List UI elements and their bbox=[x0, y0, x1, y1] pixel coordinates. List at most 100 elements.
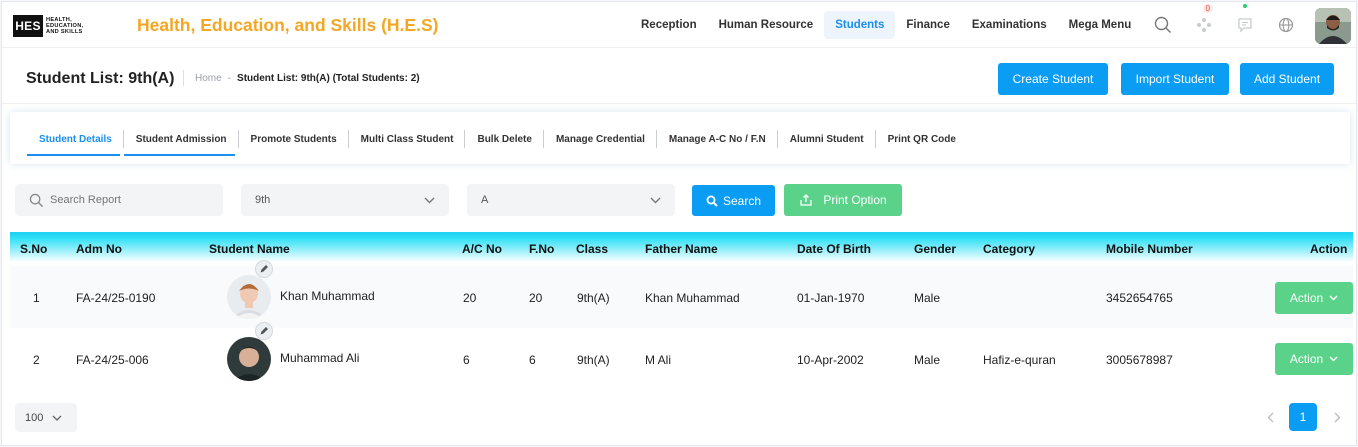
cell-father-name: M Ali bbox=[645, 353, 672, 367]
breadcrumb-current: Student List: 9th(A) (Total Students: 2) bbox=[237, 73, 420, 84]
section-select[interactable]: A bbox=[467, 184, 675, 216]
cell-sno: 1 bbox=[33, 291, 40, 305]
cell-f-no: 20 bbox=[529, 291, 543, 305]
page-button-current[interactable]: 1 bbox=[1289, 403, 1317, 431]
action-dropdown-button[interactable]: Action bbox=[1275, 343, 1353, 375]
breadcrumb-separator: - bbox=[227, 73, 232, 84]
col-class: Class bbox=[576, 242, 609, 256]
chevron-down-icon bbox=[650, 197, 661, 203]
col-student-name: Student Name bbox=[209, 242, 290, 256]
logo-text: HEALTH, EDUCATION, AND SKILLS bbox=[46, 17, 84, 35]
cell-class: 9th(A) bbox=[577, 353, 610, 367]
tab-list: Student Details Student Admission Promot… bbox=[27, 128, 968, 156]
main-nav: Reception Human Resource Students Financ… bbox=[630, 10, 1142, 40]
tab-multi-class-student[interactable]: Multi Class Student bbox=[349, 128, 466, 150]
nav-item-examinations[interactable]: Examinations bbox=[961, 11, 1058, 39]
user-avatar[interactable] bbox=[1315, 8, 1351, 44]
cell-adm-no: FA-24/25-006 bbox=[76, 353, 149, 367]
cell-class: 9th(A) bbox=[577, 291, 610, 305]
cell-mobile-number: 3005678987 bbox=[1106, 353, 1173, 367]
nav-item-reception[interactable]: Reception bbox=[630, 11, 708, 39]
app-title: Health, Education, and Skills (H.E.S) bbox=[137, 15, 439, 35]
chevron-down-icon bbox=[1329, 295, 1338, 301]
chevron-down-icon bbox=[1329, 356, 1338, 362]
create-student-button[interactable]: Create Student bbox=[998, 63, 1108, 95]
print-option-button[interactable]: Print Option bbox=[784, 184, 902, 216]
table-row: 1 FA-24/25-0190 Khan Muhammad 20 20 9th(… bbox=[10, 260, 1353, 328]
app-window: HES HEALTH, EDUCATION, AND SKILLS Health… bbox=[1, 1, 1357, 446]
edit-photo-button[interactable] bbox=[255, 322, 273, 340]
top-bar: HES HEALTH, EDUCATION, AND SKILLS Health… bbox=[2, 2, 1356, 48]
cell-student-name[interactable]: Khan Muhammad bbox=[280, 289, 375, 303]
top-icons: 0 bbox=[1148, 4, 1312, 40]
cell-category: Hafiz-e-quran bbox=[983, 353, 1056, 367]
tab-student-admission[interactable]: Student Admission bbox=[123, 128, 239, 156]
page-header: Student List: 9th(A) Home - Student List… bbox=[2, 48, 1356, 104]
search-icon bbox=[706, 195, 718, 207]
student-photo bbox=[227, 275, 271, 319]
add-student-button[interactable]: Add Student bbox=[1240, 63, 1334, 95]
col-sno: S.No bbox=[20, 242, 48, 256]
cell-ac-no: 6 bbox=[463, 353, 470, 367]
cell-mobile-number: 3452654765 bbox=[1106, 291, 1173, 305]
title-divider bbox=[183, 70, 184, 86]
import-student-button[interactable]: Import Student bbox=[1121, 63, 1229, 95]
search-icon[interactable] bbox=[1148, 10, 1178, 40]
table-row: 2 FA-24/25-006 Muhammad Ali 6 6 9th(A) M… bbox=[10, 322, 1353, 390]
col-date-of-birth: Date Of Birth bbox=[797, 242, 872, 256]
col-action: Action bbox=[1310, 242, 1348, 256]
tab-bulk-delete[interactable]: Bulk Delete bbox=[465, 128, 545, 150]
cell-gender: Male bbox=[914, 291, 941, 305]
action-label: Action bbox=[1289, 291, 1324, 305]
search-button-label: Search bbox=[722, 193, 762, 208]
col-category: Category bbox=[983, 242, 1036, 256]
tab-manage-ac-no[interactable]: Manage A-C No / F.N bbox=[657, 128, 778, 150]
cell-father-name: Khan Muhammad bbox=[645, 291, 740, 305]
col-father-name: Father Name bbox=[645, 242, 718, 256]
tab-manage-credential[interactable]: Manage Credential bbox=[544, 128, 657, 150]
page-size-value: 100 bbox=[25, 411, 44, 424]
cell-adm-no: FA-24/25-0190 bbox=[76, 291, 156, 305]
col-gender: Gender bbox=[914, 242, 957, 256]
search-icon bbox=[29, 193, 44, 207]
tab-print-qr-code[interactable]: Print QR Code bbox=[876, 128, 968, 150]
globe-icon[interactable] bbox=[1271, 10, 1301, 40]
breadcrumb-home[interactable]: Home bbox=[195, 73, 222, 84]
search-button[interactable]: Search bbox=[692, 185, 775, 216]
pencil-icon bbox=[260, 265, 268, 273]
cell-f-no: 6 bbox=[529, 353, 536, 367]
cell-date-of-birth: 10-Apr-2002 bbox=[797, 353, 864, 367]
breadcrumb: Home - Student List: 9th(A) (Total Stude… bbox=[195, 73, 420, 84]
message-icon[interactable] bbox=[1230, 4, 1260, 40]
col-ac-no: A/C No bbox=[462, 242, 502, 256]
tab-promote-students[interactable]: Promote Students bbox=[239, 128, 349, 150]
edit-photo-button[interactable] bbox=[255, 260, 273, 278]
col-mobile-number: Mobile Number bbox=[1106, 242, 1193, 256]
tab-student-details[interactable]: Student Details bbox=[27, 128, 124, 156]
upload-icon bbox=[800, 194, 812, 206]
nav-item-finance[interactable]: Finance bbox=[895, 11, 960, 39]
logo-mark: HES bbox=[13, 15, 43, 37]
section-select-value: A bbox=[481, 194, 489, 206]
action-dropdown-button[interactable]: Action bbox=[1275, 282, 1353, 314]
nav-item-students[interactable]: Students bbox=[824, 11, 896, 39]
previous-page-button[interactable] bbox=[1260, 404, 1280, 430]
class-select[interactable]: 9th bbox=[241, 184, 449, 216]
apps-icon[interactable]: 0 bbox=[1189, 4, 1219, 40]
cell-student-name[interactable]: Muhammad Ali bbox=[280, 351, 359, 365]
nav-item-mega-menu[interactable]: Mega Menu bbox=[1058, 11, 1143, 39]
chevron-down-icon bbox=[424, 197, 435, 203]
cell-sno: 2 bbox=[33, 353, 40, 367]
next-page-button[interactable] bbox=[1327, 404, 1347, 430]
tab-alumni-student[interactable]: Alumni Student bbox=[778, 128, 876, 150]
online-dot bbox=[1243, 4, 1247, 8]
chevron-right-icon bbox=[1334, 412, 1340, 422]
search-report-input[interactable] bbox=[50, 194, 210, 206]
pencil-icon bbox=[260, 327, 268, 335]
brand-logo[interactable]: HES HEALTH, EDUCATION, AND SKILLS bbox=[13, 13, 105, 39]
page-size-select[interactable]: 100 bbox=[15, 403, 77, 432]
table-header: S.No Adm No Student Name A/C No F.No Cla… bbox=[10, 232, 1353, 264]
search-box bbox=[15, 184, 223, 216]
nav-item-human-resource[interactable]: Human Resource bbox=[708, 11, 825, 39]
col-f-no: F.No bbox=[529, 242, 555, 256]
